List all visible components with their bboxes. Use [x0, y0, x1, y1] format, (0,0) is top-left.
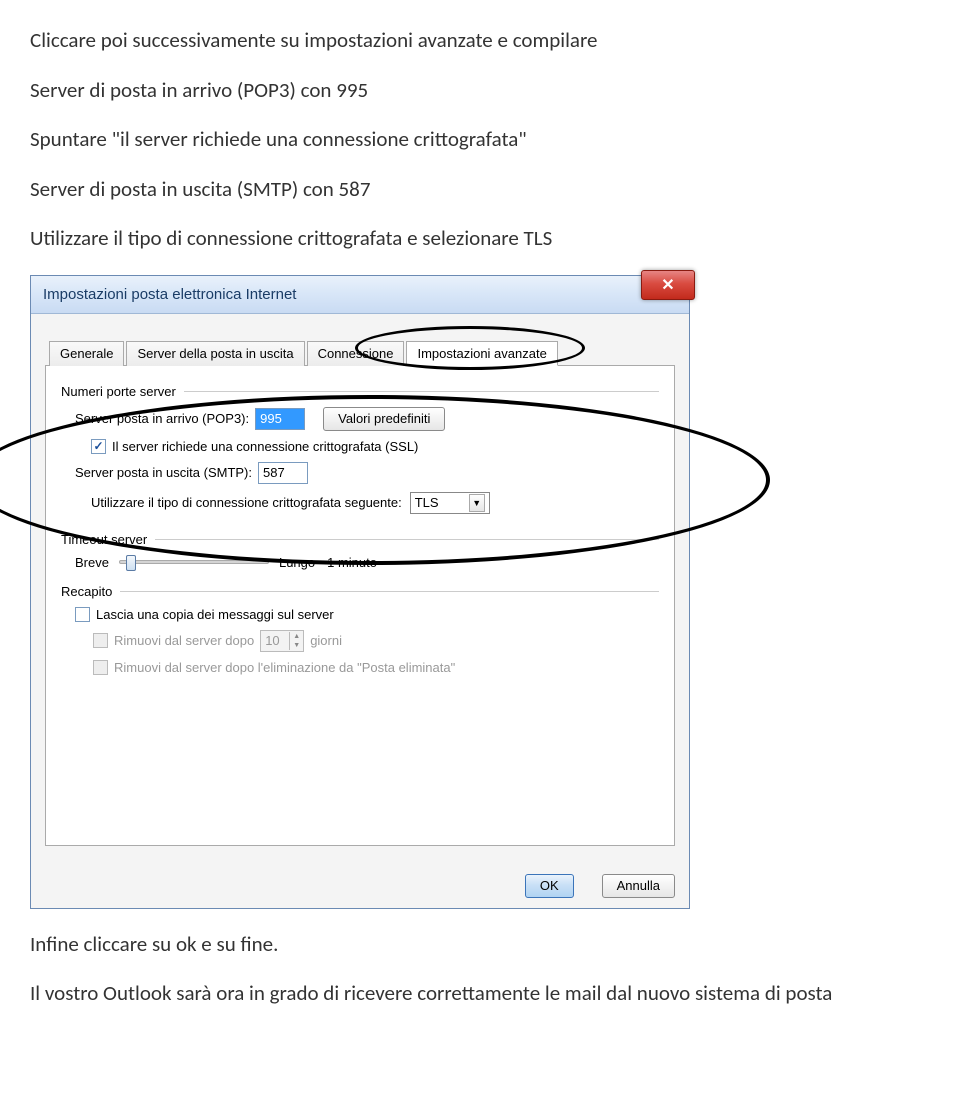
timeout-slider[interactable] [119, 560, 269, 564]
instruction-3: Spuntare "il server richiede una conness… [30, 124, 930, 156]
select-encryption[interactable]: TLS ▼ [410, 492, 490, 514]
instruction-5: Utilizzare il tipo di connessione critto… [30, 223, 930, 255]
checkbox-remove-after [93, 633, 108, 648]
close-icon: ✕ [661, 275, 674, 295]
checkbox-remove-deleted [93, 660, 108, 675]
dialog-titlebar: Impostazioni posta elettronica Internet … [31, 276, 689, 314]
label-pop3: Server posta in arrivo (POP3): [75, 411, 249, 426]
divider [155, 539, 659, 540]
tab-outgoing[interactable]: Server della posta in uscita [126, 341, 304, 366]
row-timeout: Breve Lungo 1 minuto [75, 555, 659, 570]
tab-connection[interactable]: Connessione [307, 341, 405, 366]
close-button[interactable]: ✕ [641, 270, 695, 300]
label-long: Lungo [279, 555, 315, 570]
section-ports-label: Numeri porte server [61, 384, 176, 399]
divider [120, 591, 659, 592]
spinner-down-icon: ▼ [289, 641, 303, 650]
defaults-button[interactable]: Valori predefiniti [323, 407, 445, 431]
row-remove-deleted: Rimuovi dal server dopo l'eliminazione d… [93, 660, 659, 675]
instruction-7: Il vostro Outlook sarà ora in grado di r… [30, 978, 930, 1010]
tabstrip: Generale Server della posta in uscita Co… [45, 340, 675, 366]
settings-dialog: Impostazioni posta elettronica Internet … [30, 275, 690, 909]
row-remove-after: Rimuovi dal server dopo 10 ▲ ▼ giorni [93, 630, 659, 652]
row-smtp: Server posta in uscita (SMTP): [75, 462, 659, 484]
dialog-title: Impostazioni posta elettronica Internet [43, 286, 296, 303]
label-short: Breve [75, 555, 109, 570]
input-smtp-port[interactable] [258, 462, 308, 484]
label-duration: 1 minuto [327, 555, 377, 570]
checkbox-ssl[interactable] [91, 439, 106, 454]
input-pop3-port[interactable] [255, 408, 305, 430]
label-days: giorni [310, 633, 342, 648]
cancel-button[interactable]: Annulla [602, 874, 675, 898]
section-ports: Numeri porte server [61, 384, 659, 399]
row-ssl: Il server richiede una connessione critt… [91, 439, 659, 454]
label-smtp: Server posta in uscita (SMTP): [75, 465, 252, 480]
label-remove-after: Rimuovi dal server dopo [114, 633, 254, 648]
chevron-down-icon: ▼ [469, 494, 485, 512]
spinner-days: 10 ▲ ▼ [260, 630, 304, 652]
ok-button[interactable]: OK [525, 874, 574, 898]
label-leave-copy: Lascia una copia dei messaggi sul server [96, 607, 334, 622]
dialog-footer: OK Annulla [31, 864, 689, 908]
section-timeout: Timeout server [61, 532, 659, 547]
tab-advanced[interactable]: Impostazioni avanzate [406, 341, 557, 366]
section-delivery: Recapito [61, 584, 659, 599]
section-delivery-label: Recapito [61, 584, 112, 599]
label-ssl: Il server richiede una connessione critt… [112, 439, 418, 454]
section-timeout-label: Timeout server [61, 532, 147, 547]
label-remove-deleted: Rimuovi dal server dopo l'eliminazione d… [114, 660, 455, 675]
label-encryption: Utilizzare il tipo di connessione critto… [91, 495, 402, 510]
spinner-days-value: 10 [265, 633, 279, 648]
row-leave-copy: Lascia una copia dei messaggi sul server [75, 607, 659, 622]
row-pop3: Server posta in arrivo (POP3): Valori pr… [75, 407, 659, 431]
checkbox-leave-copy[interactable] [75, 607, 90, 622]
divider [184, 391, 659, 392]
select-encryption-value: TLS [415, 495, 439, 510]
tab-panel-advanced: Numeri porte server Server posta in arri… [45, 366, 675, 846]
instruction-4: Server di posta in uscita (SMTP) con 587 [30, 174, 930, 206]
instruction-1: Cliccare poi successivamente su impostaz… [30, 25, 930, 57]
instruction-2: Server di posta in arrivo (POP3) con 995 [30, 75, 930, 107]
slider-thumb[interactable] [126, 555, 136, 571]
spinner-up-icon: ▲ [289, 632, 303, 641]
tab-general[interactable]: Generale [49, 341, 124, 366]
instruction-6: Infine cliccare su ok e su fine. [30, 929, 930, 961]
row-encryption: Utilizzare il tipo di connessione critto… [91, 492, 659, 514]
